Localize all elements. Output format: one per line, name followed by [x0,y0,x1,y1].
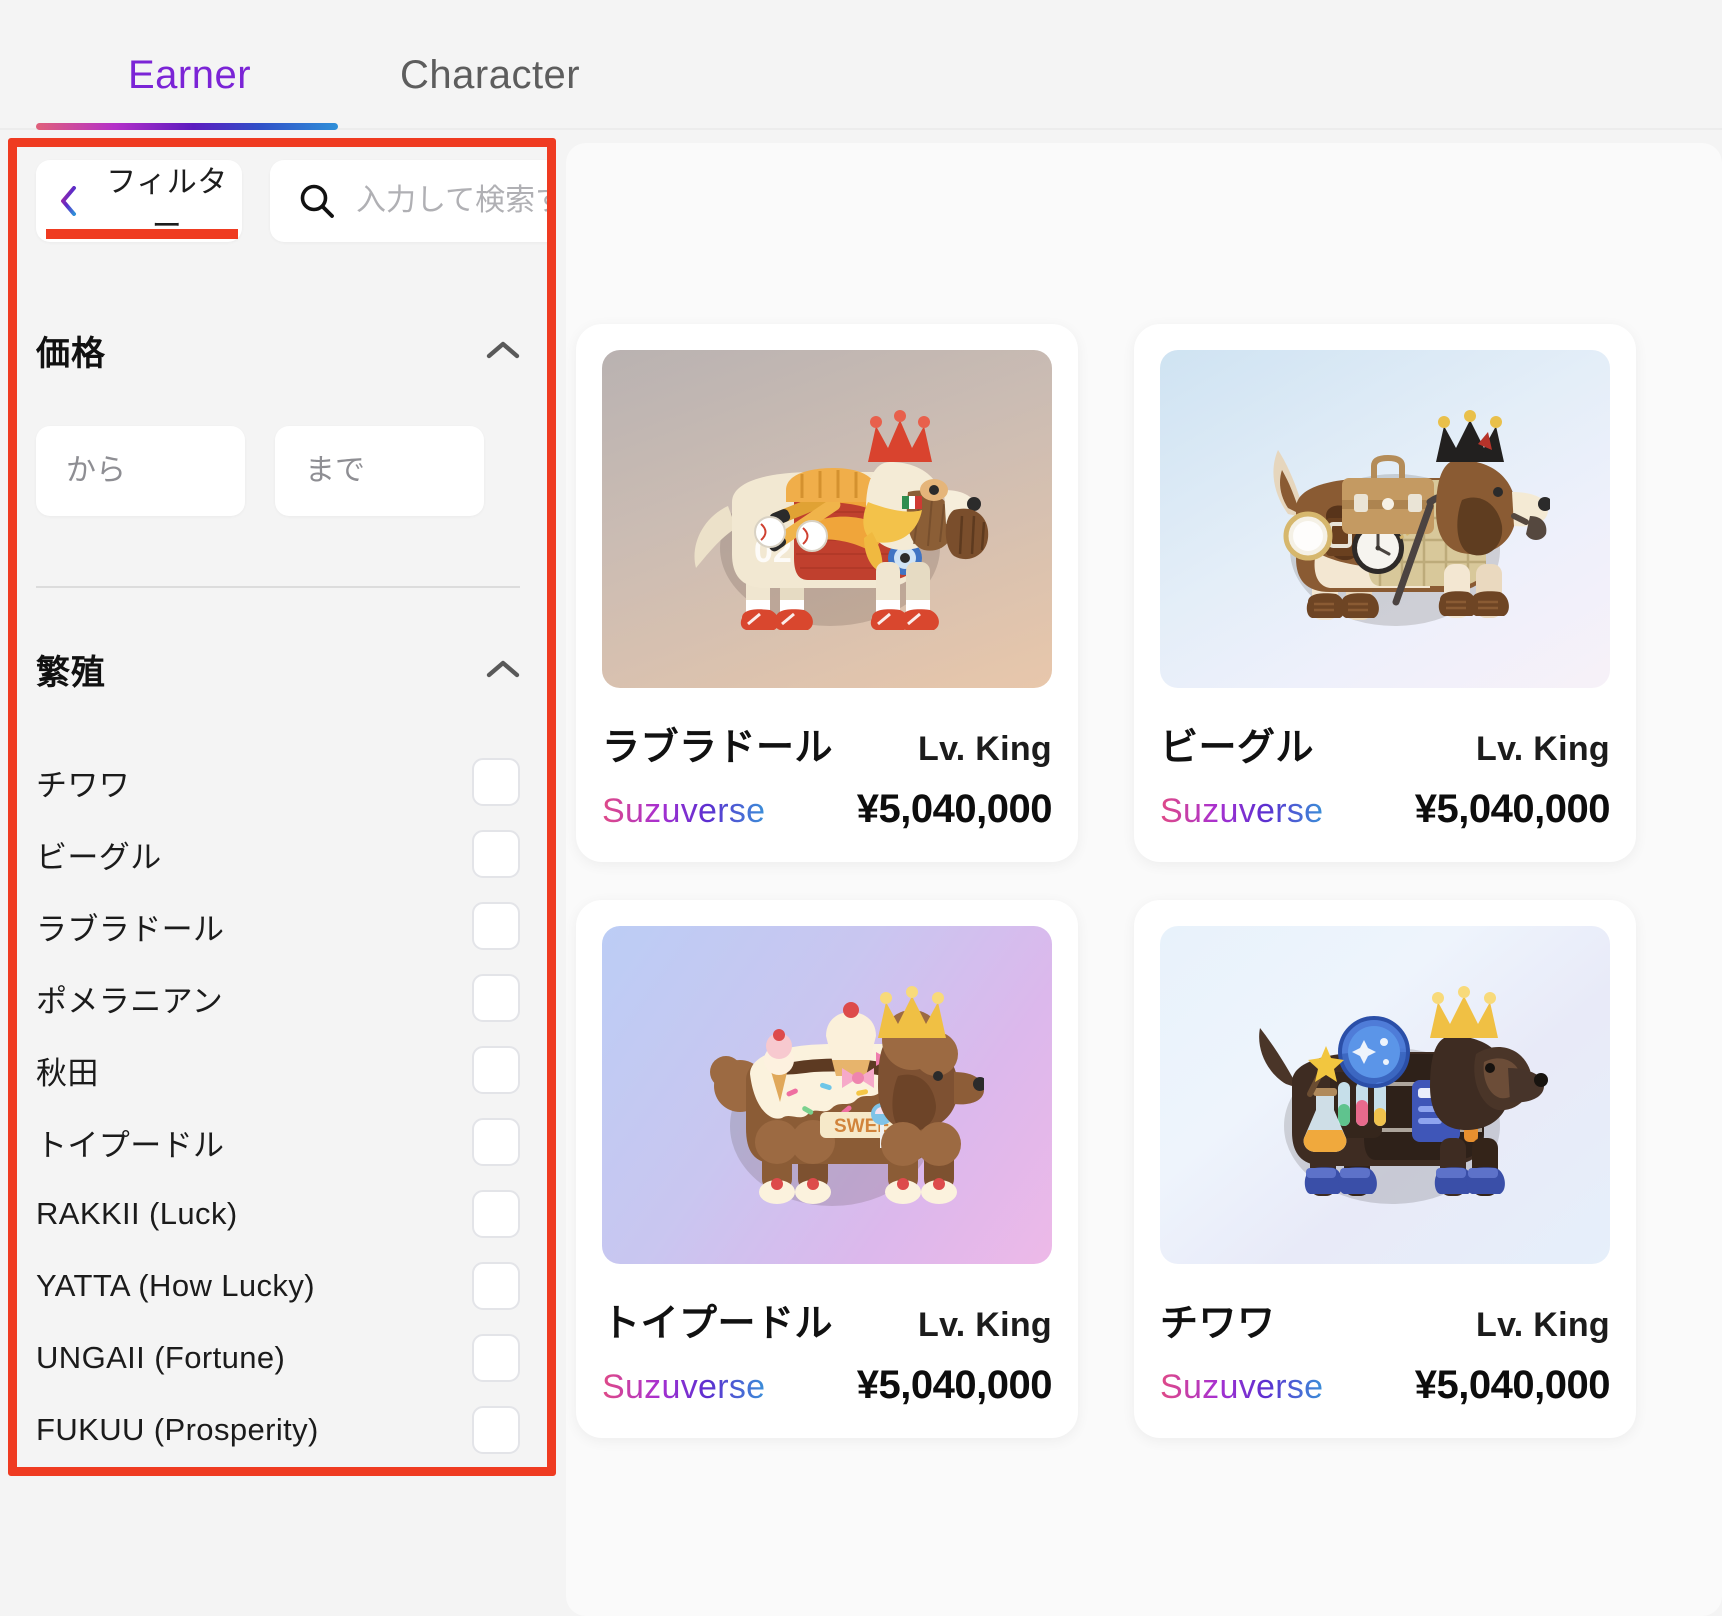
product-artwork: SWEET [602,926,1052,1264]
product-price-row: Suzuverse ¥5,040,000 [1160,787,1611,832]
breed-checkbox[interactable] [472,830,520,878]
filter-toggle-label: フィルター [106,166,228,243]
product-level: Lv. King [918,730,1052,768]
product-price-row: Suzuverse ¥5,040,000 [1160,1363,1611,1408]
filter-section-breed: 繁殖 [36,646,520,692]
product-price: ¥5,040,000 [856,1363,1053,1407]
product-brand: Suzuverse [602,792,766,830]
product-level: Lv. King [1476,1306,1610,1344]
price-min-input[interactable] [36,426,245,516]
breed-row[interactable]: YATTA (How Lucky) [36,1250,520,1322]
breed-checkbox[interactable] [472,1190,520,1238]
breed-checkbox[interactable] [472,974,520,1022]
product-name: チワワ [1160,1303,1276,1345]
breed-label: トイプードル [36,1127,225,1163]
product-title-row: チワワ Lv. King [1160,1292,1610,1347]
breed-label: UNGAII (Fortune) [36,1340,286,1375]
breed-section-title: 繁殖 [36,653,106,692]
dog-illustration-labrador: 02 [662,386,992,656]
product-price: ¥5,040,000 [856,787,1053,831]
price-range-inputs [36,426,520,516]
breed-checkbox[interactable] [472,1046,520,1094]
filter-sidebar: フィルター 価格 [0,131,556,1616]
tab-bar: Earner Character [0,0,1722,131]
product-artwork [1160,926,1610,1264]
product-card[interactable]: SWEET トイプードル Lv. King Suzuverse ¥5,040,0… [576,900,1078,1438]
breed-row[interactable]: チワワ [36,746,520,818]
product-name: ビーグル [1160,727,1315,769]
breed-label: FUKUU (Prosperity) [36,1412,319,1447]
breed-checkbox[interactable] [472,1334,520,1382]
chevron-left-icon [60,186,78,216]
breed-label: ラブラドール [36,911,225,947]
product-level: Lv. King [1476,730,1610,768]
breed-row[interactable]: トイプードル [36,1106,520,1178]
breed-section-header[interactable]: 繁殖 [36,646,520,692]
product-price-row: Suzuverse ¥5,040,000 [602,787,1053,832]
price-max-input[interactable] [275,426,484,516]
product-price-row: Suzuverse ¥5,040,000 [602,1363,1053,1408]
breed-row[interactable]: ラブラドール [36,890,520,962]
product-brand: Suzuverse [602,1368,766,1406]
section-divider [36,586,520,588]
tab-active-indicator [36,123,338,130]
product-name: ラブラドール [602,727,834,769]
search-box[interactable] [270,160,556,242]
breed-row[interactable]: ビーグル [36,818,520,890]
product-card[interactable]: 02 [576,324,1078,862]
product-title-row: トイプードル Lv. King [602,1292,1052,1347]
breed-row[interactable]: FUKUU (Prosperity) [36,1394,520,1466]
product-title-row: ビーグル Lv. King [1160,716,1610,771]
breed-row[interactable]: ポメラニアン [36,962,520,1034]
breed-label: ポメラニアン [36,983,224,1019]
product-card-grid: 02 [576,324,1636,1438]
product-card[interactable]: ビーグル Lv. King Suzuverse ¥5,040,000 [1134,324,1636,862]
app-root: Earner Character フィルター 入力して検索する 価格 から まで… [0,0,1722,1616]
product-artwork [1160,350,1610,688]
breed-row[interactable]: RAKKII (Luck) [36,1178,520,1250]
chevron-up-icon[interactable] [486,659,520,679]
tab-earner[interactable]: Earner [128,48,251,102]
product-title-row: ラブラドール Lv. King [602,716,1052,771]
breed-label: ビーグル [36,839,162,875]
breed-label: チワワ [36,767,131,803]
breed-label: RAKKII (Luck) [36,1196,238,1231]
breed-checkbox[interactable] [472,1262,520,1310]
filter-toolbar: フィルター [36,160,556,243]
filter-toggle-button[interactable]: フィルター [36,160,242,243]
product-price: ¥5,040,000 [1414,1363,1611,1407]
dog-illustration-chihuahua [1226,962,1552,1232]
product-artwork: 02 [602,350,1052,688]
product-level: Lv. King [918,1306,1052,1344]
breed-checkbox[interactable] [472,1118,520,1166]
product-card[interactable]: チワワ Lv. King Suzuverse ¥5,040,000 [1134,900,1636,1438]
dog-illustration-poodle: SWEET [674,956,984,1234]
product-brand: Suzuverse [1160,792,1324,830]
breed-filter-list: チワワ ビーグル ラブラドール ポメラニアン 秋田 トイプードル RAKKII … [36,746,520,1466]
product-brand: Suzuverse [1160,1368,1324,1406]
breed-checkbox[interactable] [472,758,520,806]
breed-row[interactable]: UNGAII (Fortune) [36,1322,520,1394]
breed-label: 秋田 [36,1055,99,1091]
breed-row[interactable]: 秋田 [36,1034,520,1106]
price-section-header[interactable]: 価格 [36,327,520,373]
product-price: ¥5,040,000 [1414,787,1611,831]
filter-section-price: 価格 [36,327,520,516]
chevron-up-icon[interactable] [486,340,520,360]
breed-checkbox[interactable] [472,1406,520,1454]
breed-label: YATTA (How Lucky) [36,1268,315,1303]
product-name: トイプードル [602,1303,834,1345]
tab-character[interactable]: Character [400,48,580,102]
content-area: 02 [556,131,1722,1616]
breed-checkbox[interactable] [472,902,520,950]
search-input[interactable] [356,184,556,218]
dog-illustration-beagle [1230,388,1550,654]
price-section-title: 価格 [36,334,106,373]
search-icon [298,182,336,220]
